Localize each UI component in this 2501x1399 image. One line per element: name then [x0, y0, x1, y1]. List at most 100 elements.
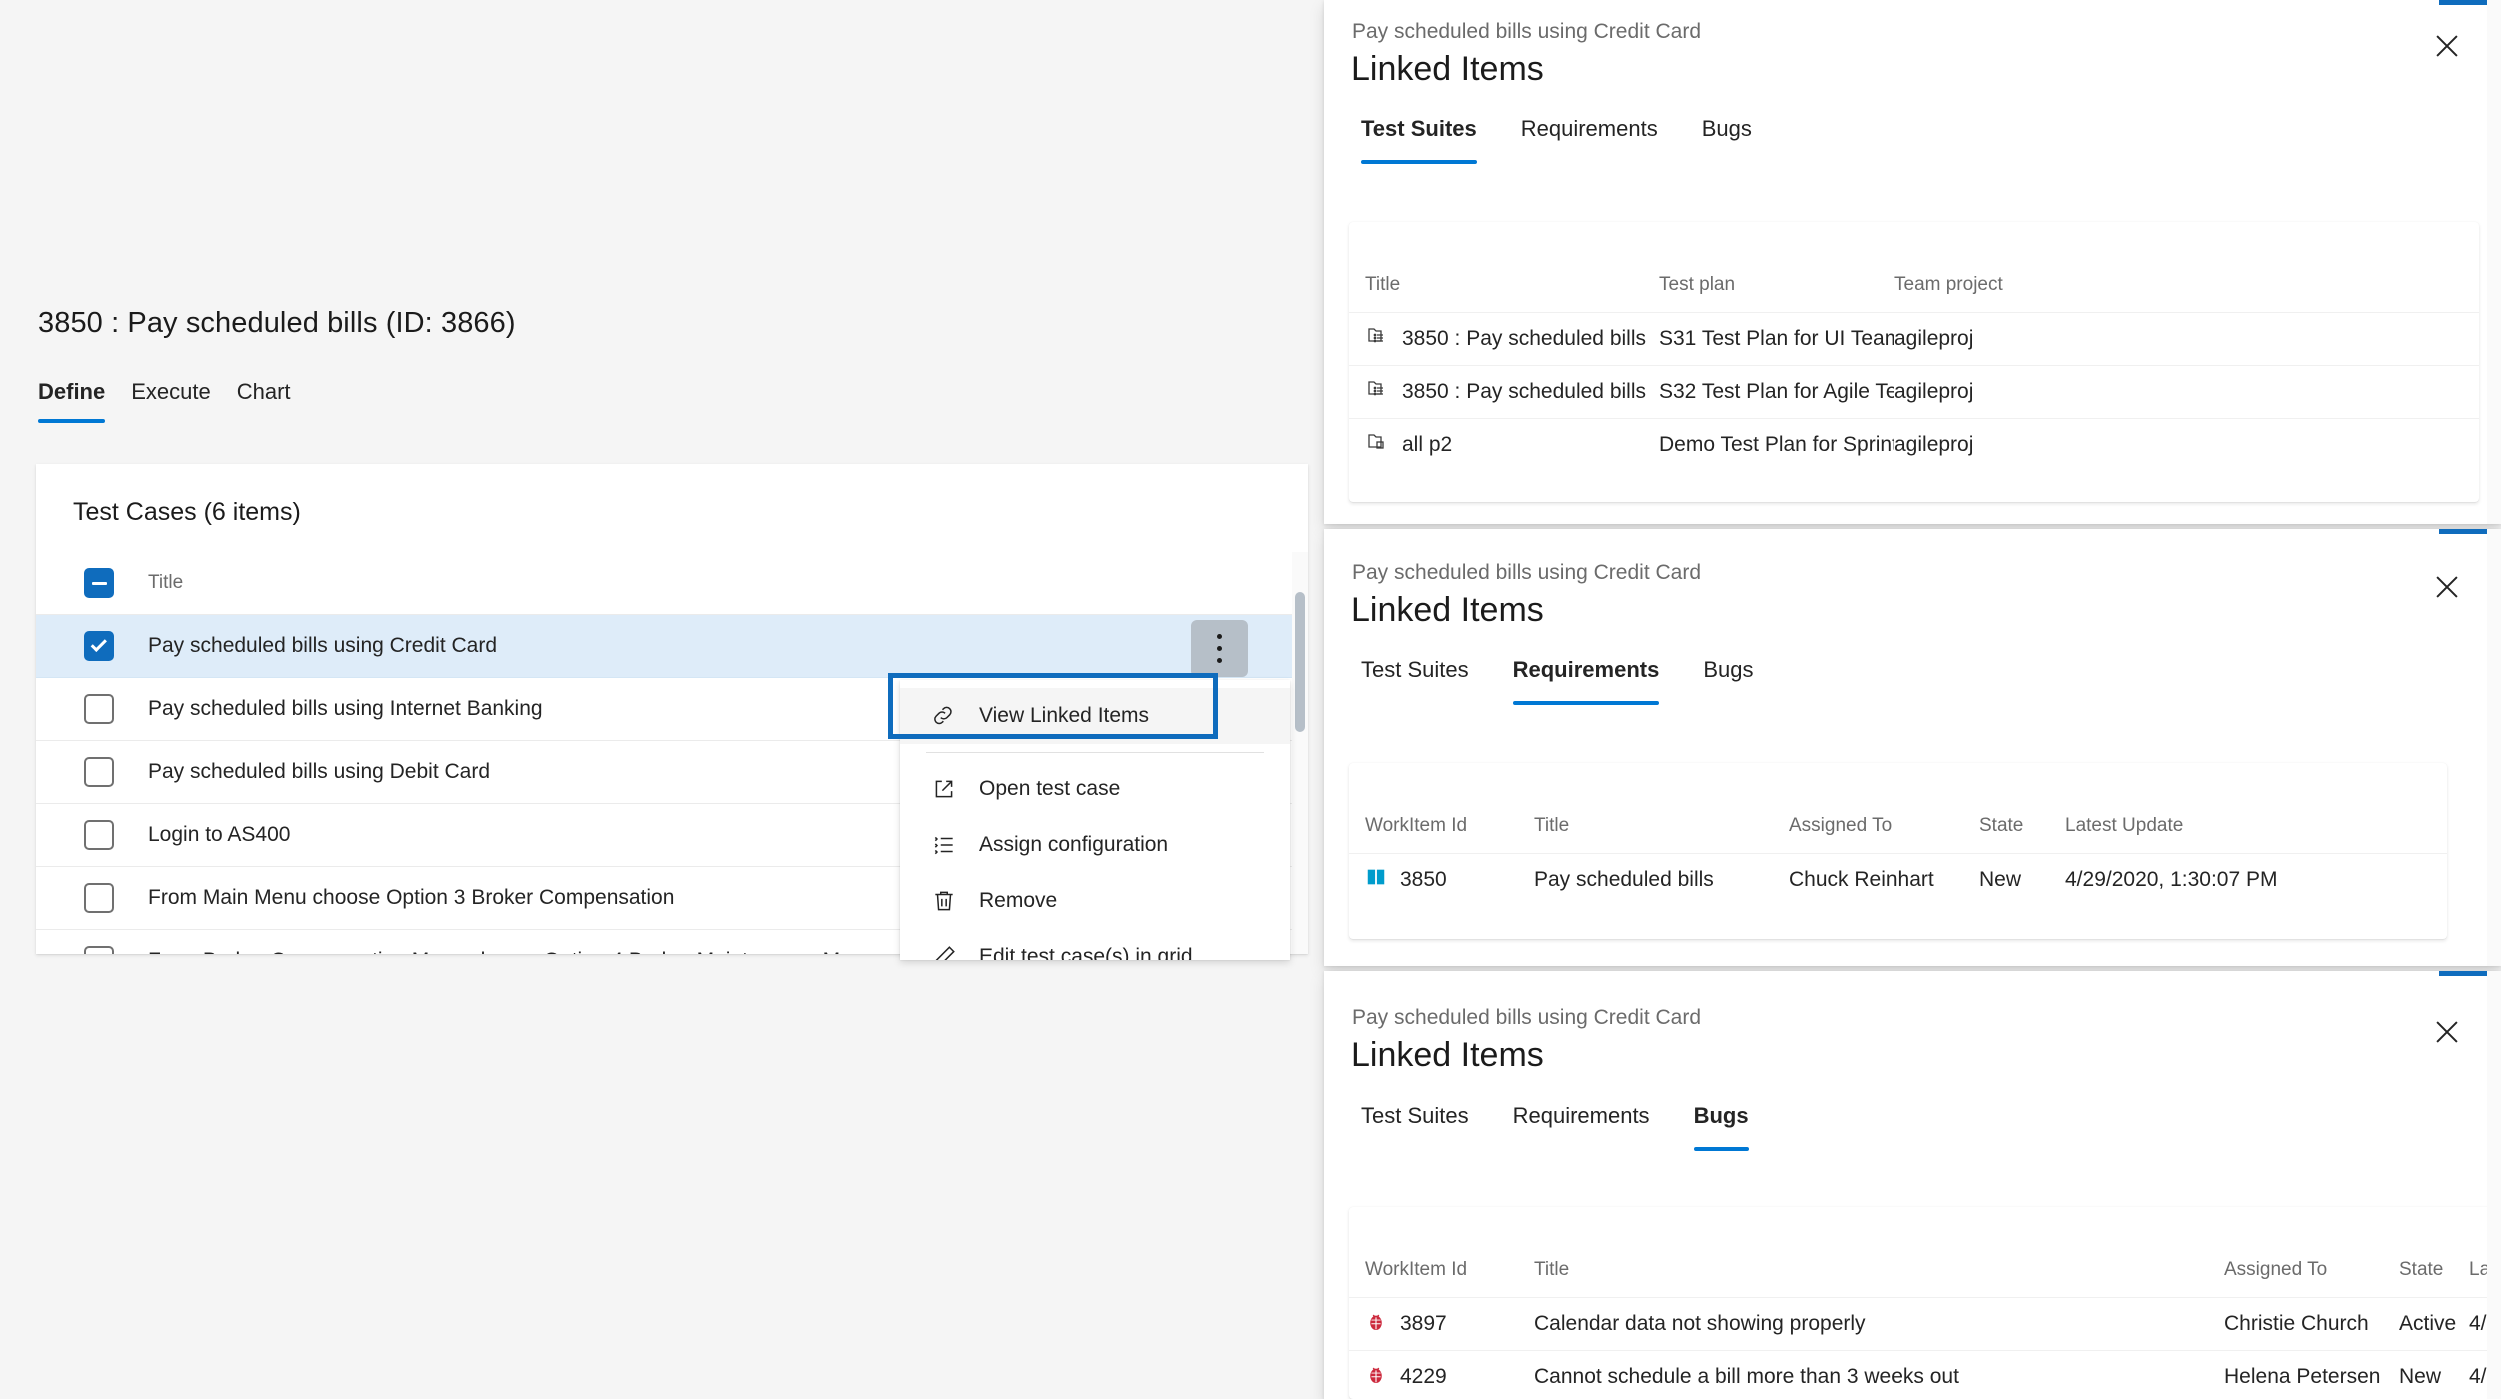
column-header-assigned-to: Assigned To: [1789, 814, 1893, 836]
panel-scrollbar[interactable]: [2487, 529, 2501, 966]
menu-item-view-linked-items[interactable]: View Linked Items: [900, 688, 1290, 744]
tab-test-suites[interactable]: Test Suites: [1351, 1097, 1479, 1151]
cell-text: 3850 : Pay scheduled bills: [1402, 379, 1646, 403]
tab-requirements[interactable]: Requirements: [1511, 110, 1668, 164]
menu-item-label: Assign configuration: [979, 833, 1169, 856]
cell-team-project: agileproj: [1894, 326, 1974, 350]
cell-text: 3897: [1400, 1311, 1447, 1335]
panel-title: Linked Items: [1351, 1036, 1544, 1074]
cell-assigned-to: Chuck Reinhart: [1789, 867, 1934, 891]
table-row[interactable]: all p2 Demo Test Plan for Sprint 37 agil…: [1349, 418, 2479, 471]
row-title: Pay scheduled bills using Credit Card: [148, 634, 498, 657]
cell-title: 3850 : Pay scheduled bills: [1365, 377, 1659, 407]
select-all-checkbox[interactable]: [84, 568, 114, 598]
tab-bugs[interactable]: Bugs: [1692, 110, 1762, 164]
row-checkbox[interactable]: [84, 757, 114, 787]
row-title: From Broker Compensation Menu choose Opt…: [148, 949, 852, 954]
link-icon: [927, 703, 961, 729]
status-badge: New: [1979, 867, 2022, 891]
cell-test-plan: Demo Test Plan for Sprint 37: [1659, 432, 1894, 456]
open-external-icon: [927, 776, 961, 802]
menu-item-remove[interactable]: Remove: [900, 873, 1290, 929]
tab-label: Requirements: [1512, 657, 1660, 682]
table-row[interactable]: Pay scheduled bills using Credit Card: [36, 615, 1308, 678]
linked-bugs-table: WorkItem Id Title Assigned To State Late: [1349, 1207, 2501, 1399]
cell-title: Pay scheduled bills: [1534, 867, 1714, 891]
table-row[interactable]: 3897 Calendar data not showing properly …: [1349, 1297, 2501, 1350]
tab-define[interactable]: Define: [38, 379, 106, 423]
tab-requirements[interactable]: Requirements: [1503, 1097, 1660, 1151]
test-cases-heading: Test Cases (6 items): [73, 498, 301, 526]
table-row[interactable]: 3850 : Pay scheduled bills S31 Test Plan…: [1349, 312, 2479, 365]
more-actions-icon[interactable]: [1191, 620, 1248, 677]
cell-workitem-id: 3897: [1365, 1310, 1534, 1338]
table-header-row: Title Test plan Team project: [1349, 222, 2479, 312]
table-row[interactable]: 3850 : Pay scheduled bills S32 Test Plan…: [1349, 365, 2479, 418]
tab-chart[interactable]: Chart: [237, 379, 291, 423]
menu-item-edit-in-grid[interactable]: Edit test case(s) in grid: [900, 929, 1290, 960]
menu-item-open-test-case[interactable]: Open test case: [900, 761, 1290, 817]
cell-team-project: agileproj: [1894, 379, 1974, 403]
dot: [1217, 634, 1222, 639]
tab-bugs[interactable]: Bugs: [1693, 651, 1763, 705]
column-header-workitem-id: WorkItem Id: [1365, 814, 1468, 836]
cell-title: 3850 : Pay scheduled bills: [1365, 324, 1659, 354]
panel-tabs: Test Suites Requirements Bugs: [1351, 651, 1763, 705]
cell-workitem-id: 4229: [1365, 1363, 1534, 1391]
data-grid: WorkItem Id Title Assigned To State Late: [1349, 1207, 2501, 1399]
table-row[interactable]: 4229 Cannot schedule a bill more than 3 …: [1349, 1350, 2501, 1399]
linked-items-panel-requirements: Pay scheduled bills using Credit Card Li…: [1324, 529, 2501, 966]
close-icon[interactable]: [2423, 1008, 2471, 1056]
panel-tabs: Test Suites Requirements Bugs: [1351, 110, 1762, 164]
tab-execute[interactable]: Execute: [131, 379, 211, 423]
status-badge: New: [2399, 1364, 2442, 1388]
column-header-state: State: [2399, 1258, 2444, 1280]
close-icon[interactable]: [2423, 22, 2471, 70]
panel-scrollbar[interactable]: [2487, 971, 2501, 1399]
tab-label: Bugs: [1693, 1103, 1749, 1128]
column-header-team-project: Team project: [1894, 273, 2003, 295]
row-checkbox[interactable]: [84, 883, 114, 913]
list-settings-icon: [927, 832, 961, 858]
tab-label: Requirements: [1512, 1103, 1650, 1128]
bug-icon: [1365, 1310, 1387, 1338]
tab-test-suites[interactable]: Test Suites: [1351, 651, 1479, 705]
tab-bugs[interactable]: Bugs: [1684, 1097, 1759, 1151]
cell-assigned-to: Helena Petersen: [2224, 1364, 2381, 1388]
linked-items-panel-bugs: Pay scheduled bills using Credit Card Li…: [1324, 971, 2501, 1399]
tab-label: Test Suites: [1361, 1103, 1469, 1128]
cell-test-plan: S32 Test Plan for Agile Team: [1659, 379, 1894, 403]
menu-divider: [926, 752, 1264, 753]
test-suite-icon: [1365, 324, 1389, 354]
page-title: 3850 : Pay scheduled bills (ID: 3866): [38, 307, 516, 339]
linked-requirements-table: WorkItem Id Title Assigned To State Late…: [1349, 763, 2447, 939]
scrollbar-thumb[interactable]: [1295, 592, 1305, 732]
row-checkbox[interactable]: [84, 946, 114, 954]
data-grid: WorkItem Id Title Assigned To State Late…: [1349, 763, 2447, 906]
column-header-assigned-to: Assigned To: [2224, 1258, 2328, 1280]
close-icon[interactable]: [2423, 563, 2471, 611]
cell-title: Calendar data not showing properly: [1534, 1311, 1866, 1335]
panel-subtitle: Pay scheduled bills using Credit Card: [1352, 20, 1702, 43]
row-checkbox[interactable]: [84, 820, 114, 850]
tab-requirements[interactable]: Requirements: [1503, 651, 1670, 705]
column-header-test-plan: Test plan: [1659, 273, 1736, 295]
panel-title: Linked Items: [1351, 591, 1544, 629]
check-mark: [90, 635, 107, 653]
row-title: Pay scheduled bills using Debit Card: [148, 760, 491, 783]
row-checkbox[interactable]: [84, 694, 114, 724]
menu-item-assign-configuration[interactable]: Assign configuration: [900, 817, 1290, 873]
tab-test-suites[interactable]: Test Suites: [1351, 110, 1487, 164]
column-header-title: Title: [1534, 1258, 1570, 1280]
app-root: 3850 : Pay scheduled bills (ID: 3866) De…: [0, 0, 2501, 1399]
test-cases-header-row: Title: [36, 552, 1308, 615]
test-cases-scrollbar[interactable]: [1292, 552, 1308, 954]
cell-team-project: agileproj: [1894, 432, 1974, 456]
column-header-state: State: [1979, 814, 2024, 836]
tab-define-label: Define: [38, 379, 106, 404]
row-checkbox[interactable]: [84, 631, 114, 661]
column-header-title: Title: [1365, 273, 1401, 295]
panel-scrollbar[interactable]: [2487, 0, 2501, 524]
status-badge: Active: [2399, 1311, 2457, 1335]
table-row[interactable]: 3850 Pay scheduled bills Chuck Reinhart …: [1349, 853, 2447, 906]
